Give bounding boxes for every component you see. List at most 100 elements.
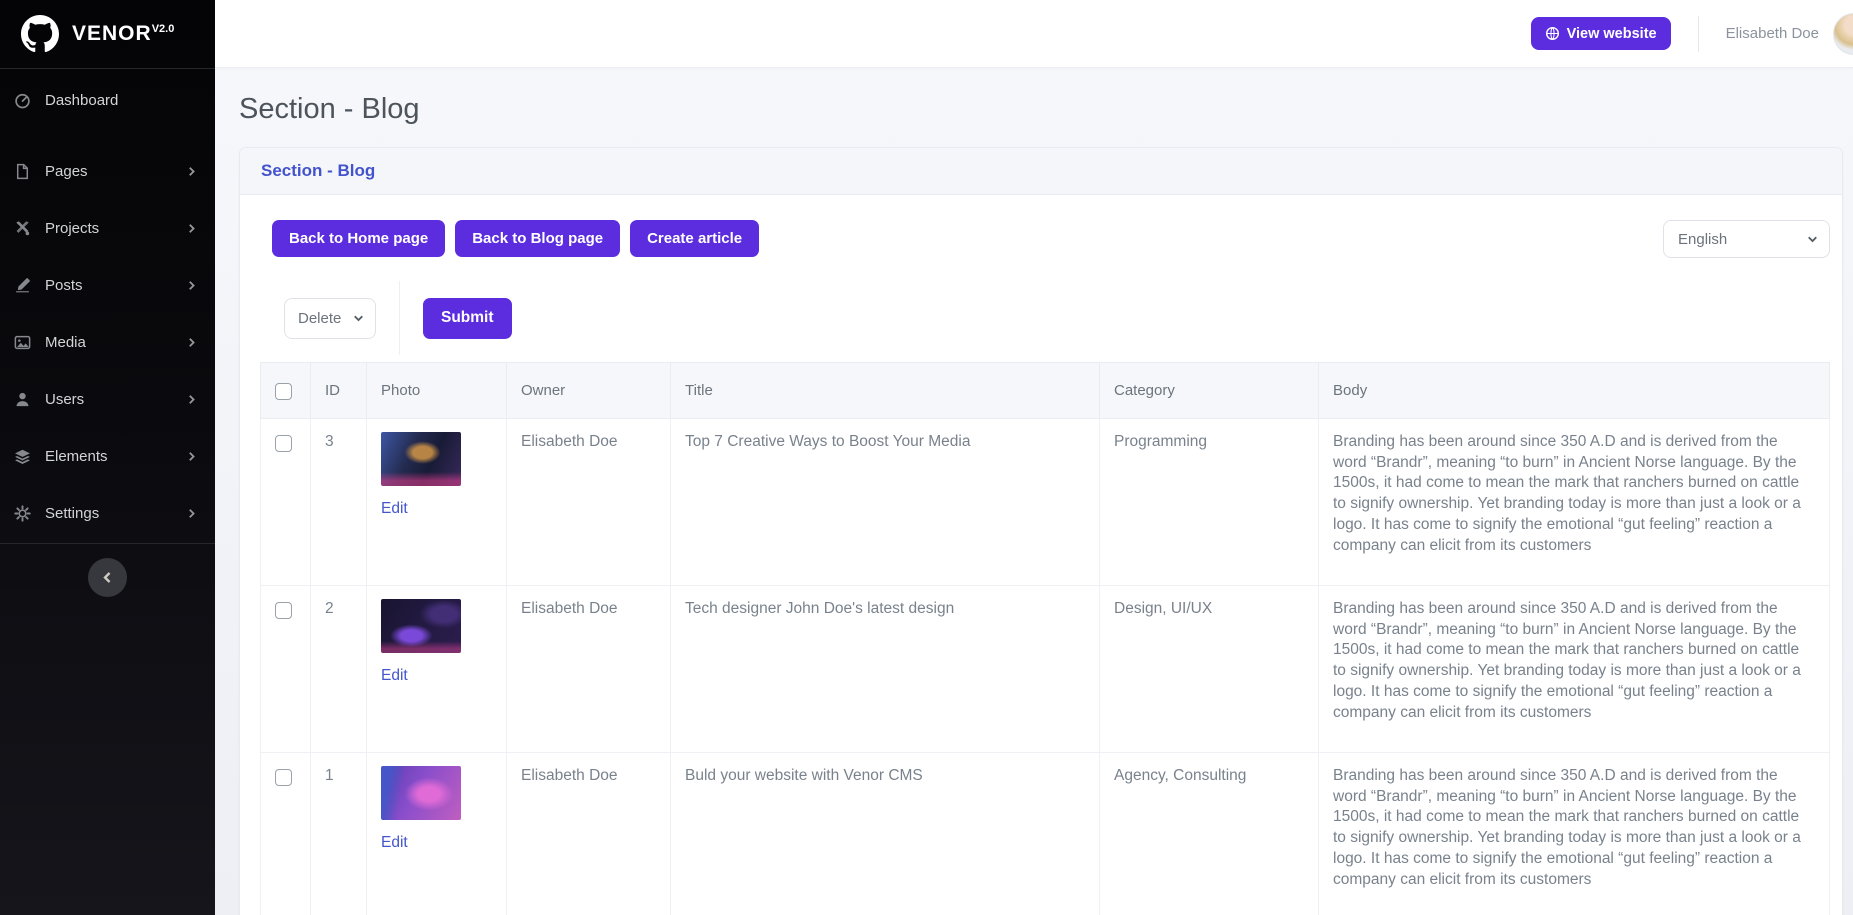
cell-id: 2 — [311, 586, 367, 753]
user-name[interactable]: Elisabeth Doe — [1726, 25, 1819, 42]
row-checkbox[interactable] — [275, 602, 292, 619]
neon-workstation-photo — [381, 432, 461, 486]
section-blog-card: Section - Blog Back to Home page Back to… — [239, 147, 1843, 915]
row-checkbox[interactable] — [275, 769, 292, 786]
sidebar-item-users[interactable]: Users — [0, 371, 215, 428]
sidebar: VENORV2.0 Dashboard Pages P — [0, 0, 215, 915]
sidebar-item-label: Users — [45, 391, 186, 408]
submit-button[interactable]: Submit — [423, 298, 512, 339]
sidebar-item-elements[interactable]: Elements — [0, 428, 215, 485]
back-to-blog-button[interactable]: Back to Blog page — [455, 220, 620, 257]
sidebar-item-label: Dashboard — [45, 92, 197, 109]
view-website-button[interactable]: View website — [1531, 17, 1671, 50]
app-window: VENORV2.0 Dashboard Pages P — [0, 0, 1853, 915]
sidebar-item-settings[interactable]: Settings — [0, 485, 215, 542]
sidebar-divider — [0, 68, 215, 69]
sidebar-item-posts[interactable]: Posts — [0, 257, 215, 314]
chevron-left-icon — [101, 571, 114, 584]
chevron-right-icon — [186, 508, 197, 519]
action-buttons: Back to Home page Back to Blog page Crea… — [272, 220, 759, 257]
cell-category: Programming — [1100, 419, 1319, 586]
cell-category: Agency, Consulting — [1100, 753, 1319, 915]
language-select[interactable]: English — [1663, 220, 1830, 258]
github-logo-icon — [20, 14, 60, 54]
chevron-right-icon — [186, 166, 197, 177]
edit-link[interactable]: Edit — [381, 499, 408, 520]
edit-link[interactable]: Edit — [381, 666, 408, 687]
card-body: Back to Home page Back to Blog page Crea… — [240, 195, 1842, 915]
cell-body: Branding has been around since 350 A.D a… — [1319, 419, 1830, 586]
card-header: Section - Blog — [240, 148, 1842, 195]
bulk-divider — [399, 281, 400, 355]
sidebar-item-label: Pages — [45, 163, 186, 180]
image-icon — [13, 334, 31, 352]
sidebar-item-dashboard[interactable]: Dashboard — [0, 71, 215, 129]
back-to-home-button[interactable]: Back to Home page — [272, 220, 445, 257]
bulk-action-select-wrap: Delete — [284, 298, 376, 339]
chevron-right-icon — [186, 223, 197, 234]
avatar[interactable] — [1833, 13, 1853, 55]
sidebar-nav: Dashboard Pages Projects P — [0, 71, 215, 542]
cell-body: Branding has been around since 350 A.D a… — [1319, 586, 1830, 753]
sidebar-item-media[interactable]: Media — [0, 314, 215, 371]
sidebar-item-pages[interactable]: Pages — [0, 143, 215, 200]
tools-icon — [13, 220, 31, 238]
row-checkbox[interactable] — [275, 435, 292, 452]
sidebar-collapse-button[interactable] — [88, 558, 127, 597]
chevron-right-icon — [186, 451, 197, 462]
column-header-body: Body — [1319, 363, 1830, 419]
chevron-right-icon — [186, 337, 197, 348]
chevron-right-icon — [186, 280, 197, 291]
cell-owner: Elisabeth Doe — [507, 753, 671, 915]
globe-icon — [1545, 26, 1560, 41]
view-website-label: View website — [1567, 26, 1657, 42]
column-header-title: Title — [671, 363, 1100, 419]
pink-keyboard-photo — [381, 766, 461, 820]
chevron-right-icon — [186, 394, 197, 405]
table-header-row: ID Photo Owner Title Category Body — [261, 363, 1830, 419]
pen-icon — [13, 277, 31, 295]
gear-icon — [13, 505, 31, 523]
cell-owner: Elisabeth Doe — [507, 419, 671, 586]
language-select-wrap: English — [1663, 220, 1830, 258]
bulk-actions-row: Delete Submit — [284, 281, 1830, 355]
cell-title: Top 7 Creative Ways to Boost Your Media — [671, 419, 1100, 586]
brand-name: VENORV2.0 — [72, 22, 174, 46]
sidebar-item-label: Projects — [45, 220, 186, 237]
bulk-action-select[interactable]: Delete — [284, 298, 376, 339]
table-row: 1 Edit Elisabeth Doe Buld your website w… — [261, 753, 1830, 915]
brand-version: V2.0 — [152, 23, 175, 35]
cell-category: Design, UI/UX — [1100, 586, 1319, 753]
sidebar-item-label: Elements — [45, 448, 186, 465]
sidebar-item-label: Posts — [45, 277, 186, 294]
cell-owner: Elisabeth Doe — [507, 586, 671, 753]
actions-row: Back to Home page Back to Blog page Crea… — [272, 220, 1830, 258]
cell-id: 3 — [311, 419, 367, 586]
articles-table: ID Photo Owner Title Category Body — [260, 362, 1830, 915]
sidebar-item-label: Media — [45, 334, 186, 351]
purple-desk-setup-photo — [381, 599, 461, 653]
card-header-link[interactable]: Section - Blog — [261, 161, 375, 180]
select-all-checkbox[interactable] — [275, 383, 292, 400]
topbar: View website Elisabeth Doe — [215, 0, 1853, 68]
edit-link[interactable]: Edit — [381, 833, 408, 854]
column-header-owner: Owner — [507, 363, 671, 419]
user-icon — [13, 391, 31, 409]
column-header-category: Category — [1100, 363, 1319, 419]
page-title: Section - Blog — [239, 93, 1843, 126]
main-area: View website Elisabeth Doe Section - Blo… — [215, 0, 1853, 915]
column-header-photo: Photo — [367, 363, 507, 419]
topbar-divider — [1698, 16, 1699, 52]
column-header-id: ID — [311, 363, 367, 419]
cell-title: Tech designer John Doe's latest design — [671, 586, 1100, 753]
content: Section - Blog Section - Blog Back to Ho… — [215, 68, 1853, 915]
sidebar-item-label: Settings — [45, 505, 186, 522]
cell-id: 1 — [311, 753, 367, 915]
brand[interactable]: VENORV2.0 — [0, 0, 215, 68]
speedometer-icon — [13, 91, 31, 109]
layers-icon — [13, 448, 31, 466]
sidebar-item-projects[interactable]: Projects — [0, 200, 215, 257]
table-row: 2 Edit Elisabeth Doe Tech designer John … — [261, 586, 1830, 753]
file-icon — [13, 163, 31, 181]
create-article-button[interactable]: Create article — [630, 220, 759, 257]
